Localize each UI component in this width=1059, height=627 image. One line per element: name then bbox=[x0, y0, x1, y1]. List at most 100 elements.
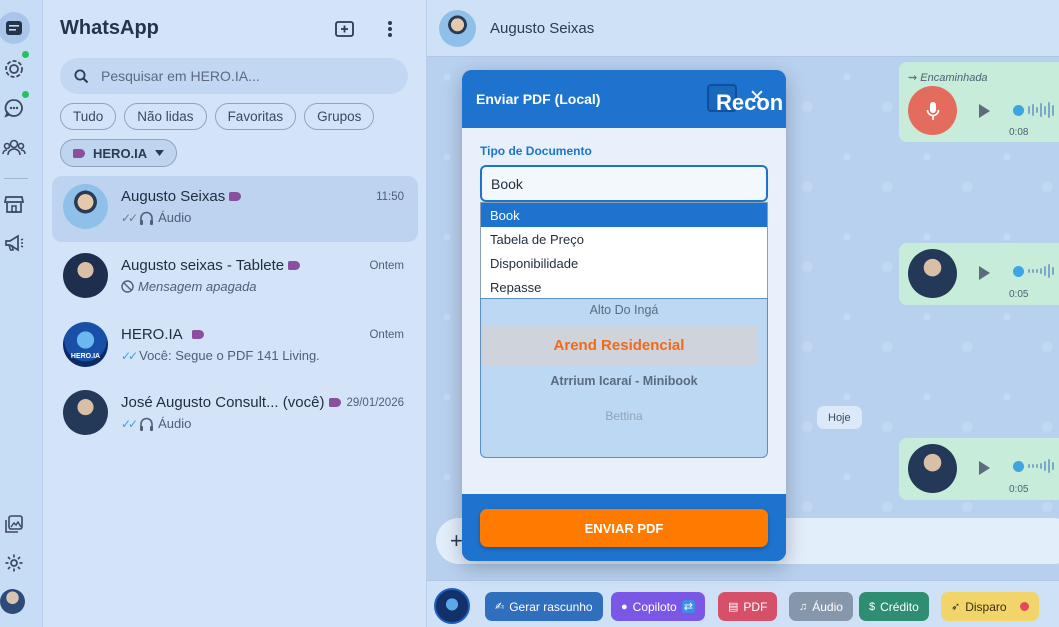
headphones-icon bbox=[140, 211, 154, 225]
status-icon[interactable] bbox=[0, 55, 28, 83]
contact-avatar[interactable] bbox=[439, 10, 476, 47]
play-icon[interactable] bbox=[979, 104, 990, 118]
play-icon[interactable] bbox=[979, 461, 990, 475]
media-icon[interactable] bbox=[0, 510, 28, 538]
modal-header: Enviar PDF (Local) ✕ Recon bbox=[462, 70, 786, 128]
search-bar[interactable] bbox=[60, 58, 408, 94]
chats-icon[interactable] bbox=[0, 12, 30, 44]
audio-duration: 0:05 bbox=[1009, 289, 1029, 300]
communities-icon[interactable] bbox=[0, 133, 28, 161]
chat-name: José Augusto Consult... bbox=[121, 394, 279, 411]
label-tag-icon bbox=[229, 192, 242, 201]
label-tag-icon bbox=[328, 398, 341, 407]
search-input[interactable] bbox=[101, 68, 381, 84]
credit-button[interactable]: $ Crédito bbox=[859, 592, 929, 621]
audio-waveform[interactable] bbox=[1013, 459, 1054, 473]
play-icon[interactable] bbox=[979, 266, 990, 280]
double-check-read-icon: ✓✓ bbox=[121, 416, 138, 431]
modal-title: Enviar PDF (Local) bbox=[476, 91, 601, 107]
project-item[interactable]: Alto Do Ingá bbox=[481, 303, 767, 317]
double-check-read-icon: ✓✓ bbox=[121, 348, 138, 363]
audio-message-bubble[interactable]: 0:05 bbox=[899, 438, 1059, 500]
project-item-highlighted[interactable]: Arend Residencial bbox=[481, 325, 757, 365]
rail-divider bbox=[4, 178, 28, 179]
headphones-icon: ♫ bbox=[799, 600, 808, 613]
channels-icon[interactable] bbox=[0, 94, 28, 122]
chat-preview: Áudio bbox=[158, 416, 192, 431]
send-pdf-modal: Enviar PDF (Local) ✕ Recon Tipo de Docum… bbox=[462, 70, 786, 561]
rocket-icon: ➶ bbox=[951, 601, 961, 613]
option-price-table[interactable]: Tabela de Preço bbox=[481, 227, 767, 251]
option-resale[interactable]: Repasse bbox=[481, 275, 767, 299]
filter-chip-all[interactable]: Tudo bbox=[60, 103, 117, 130]
label-tag-icon bbox=[288, 261, 301, 270]
contact-avatar bbox=[63, 184, 108, 229]
settings-gear-icon[interactable] bbox=[0, 549, 28, 577]
forward-icon: ⇝ bbox=[908, 72, 918, 84]
dispatch-button[interactable]: ➶ Disparo bbox=[941, 592, 1039, 621]
money-bag-icon: $ bbox=[869, 600, 876, 613]
pdf-button[interactable]: ▤ PDF bbox=[718, 592, 778, 621]
option-availability[interactable]: Disponibilidade bbox=[481, 251, 767, 275]
hero-ia-avatar[interactable] bbox=[434, 588, 470, 624]
menu-kebab-icon[interactable] bbox=[379, 18, 401, 40]
sender-avatar bbox=[908, 249, 957, 298]
label-filter-text: HERO.IA bbox=[93, 145, 148, 161]
new-chat-icon[interactable] bbox=[334, 18, 356, 40]
chat-preview: Você: Segue o PDF 141 Living. bbox=[139, 348, 320, 363]
audio-button[interactable]: ♫ Áudio bbox=[789, 592, 853, 621]
chat-row[interactable]: Augusto Seixas 11:50 ✓✓ Áudio bbox=[52, 176, 418, 242]
filter-chips: Tudo Não lidas Favoritas Grupos bbox=[60, 103, 375, 130]
project-item[interactable]: Bettina bbox=[481, 409, 767, 423]
label-tag-icon bbox=[192, 330, 205, 339]
chat-row[interactable]: José Augusto Consult... (você) 29/01/202… bbox=[52, 382, 418, 448]
contact-avatar bbox=[63, 390, 108, 435]
project-item[interactable]: Atrrium Icaraí - Minibook bbox=[481, 374, 767, 388]
audio-waveform[interactable] bbox=[1013, 264, 1054, 278]
modal-body: Tipo de Documento Book Book Tabela de Pr… bbox=[462, 128, 786, 494]
chat-preview: Áudio bbox=[158, 210, 192, 225]
megaphone-icon[interactable] bbox=[0, 229, 28, 257]
chat-row[interactable]: Augusto seixas - Tablete Ontem Mensagem … bbox=[52, 245, 418, 311]
audio-message-bubble[interactable]: 0:05 bbox=[899, 243, 1059, 305]
date-divider-chip: Hoje bbox=[817, 406, 862, 429]
microphone-icon bbox=[908, 86, 957, 135]
brain-icon: ● bbox=[621, 600, 628, 613]
audio-duration: 0:05 bbox=[1009, 484, 1029, 495]
label-filter-dropdown[interactable]: HERO.IA bbox=[60, 139, 178, 167]
label-tag-icon bbox=[73, 148, 85, 158]
filter-chip-favorites[interactable]: Favoritas bbox=[214, 103, 297, 130]
chat-name: HERO.IA bbox=[121, 326, 182, 343]
left-rail bbox=[0, 0, 43, 627]
reconnect-overflow-text: Recon bbox=[716, 90, 784, 115]
conversation-contact-name: Augusto Seixas bbox=[490, 20, 595, 37]
pencil-hand-icon: ✍ bbox=[495, 601, 505, 613]
filter-chip-groups[interactable]: Grupos bbox=[304, 103, 375, 130]
chat-name: Augusto Seixas bbox=[121, 188, 226, 205]
repeat-icon: ⇄ bbox=[681, 600, 695, 613]
option-book[interactable]: Book bbox=[481, 203, 767, 227]
search-icon bbox=[74, 69, 89, 83]
send-pdf-button[interactable]: ENVIAR PDF bbox=[480, 509, 768, 547]
chat-time: Ontem bbox=[369, 329, 404, 341]
app-title: WhatsApp bbox=[60, 17, 159, 39]
double-check-icon: ✓✓ bbox=[121, 210, 138, 225]
audio-duration: 0:08 bbox=[1009, 127, 1029, 138]
chat-name: Augusto seixas - Tablete bbox=[121, 257, 285, 274]
filter-chip-unread[interactable]: Não lidas bbox=[124, 103, 207, 130]
conversation-header[interactable]: Augusto Seixas bbox=[427, 0, 1059, 57]
audio-message-bubble[interactable]: ⇝ Encaminhada 0:08 bbox=[899, 62, 1059, 142]
chat-time: Ontem bbox=[369, 260, 404, 272]
document-type-select[interactable]: Book bbox=[480, 165, 768, 202]
project-list[interactable]: Alto Do Ingá Arend Residencial Atrrium I… bbox=[480, 298, 768, 458]
generate-draft-button[interactable]: ✍ Gerar rascunho bbox=[485, 592, 603, 621]
chevron-down-icon bbox=[155, 150, 165, 156]
store-icon[interactable] bbox=[0, 190, 28, 218]
chat-you-label: (você) bbox=[282, 394, 325, 411]
forwarded-label: Encaminhada bbox=[920, 72, 988, 84]
profile-avatar[interactable] bbox=[0, 589, 25, 614]
attach-plus-icon[interactable]: + bbox=[450, 528, 463, 554]
copilot-button[interactable]: ● Copiloto ⇄ bbox=[611, 592, 705, 621]
chat-row[interactable]: HERO.IA HERO.IA Ontem ✓✓ Você: Segue o P… bbox=[52, 314, 418, 380]
audio-waveform[interactable] bbox=[1013, 102, 1054, 118]
